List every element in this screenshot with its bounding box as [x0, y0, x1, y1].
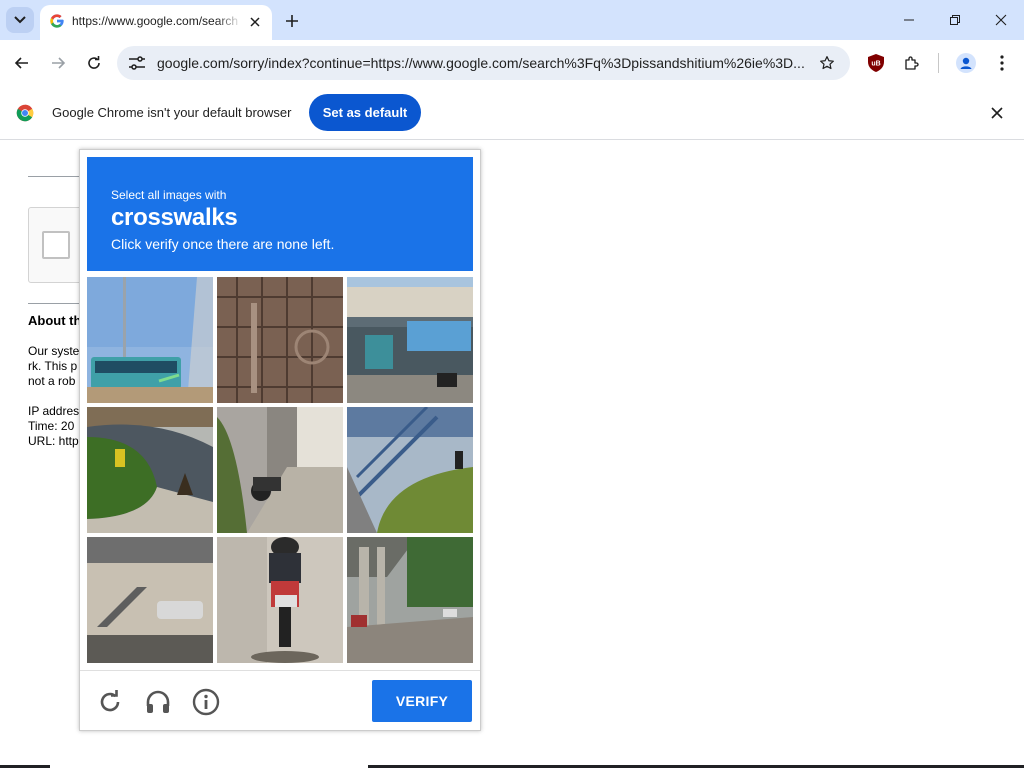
- google-favicon-icon: [50, 14, 64, 28]
- paragraph-line: Our syste: [28, 344, 80, 358]
- tile-image: [347, 537, 473, 663]
- default-browser-infobar: Google Chrome isn't your default browser…: [0, 86, 1024, 140]
- tab-search-button[interactable]: [6, 7, 34, 33]
- image-tile-9[interactable]: [347, 537, 473, 663]
- ublock-shield-icon: uB: [868, 54, 884, 72]
- challenge-header: Select all images with crosswalks Click …: [87, 157, 473, 271]
- challenge-object: crosswalks: [111, 204, 238, 231]
- tile-image: [347, 407, 473, 533]
- tile-image: [347, 277, 473, 403]
- forward-button[interactable]: [44, 49, 72, 77]
- reload-icon: [88, 56, 100, 69]
- footer-divider: [80, 670, 480, 671]
- image-tile-7[interactable]: [87, 537, 213, 663]
- puzzle-icon: [905, 56, 919, 70]
- infobar-close-button[interactable]: [988, 104, 1006, 127]
- tile-image: [217, 277, 343, 403]
- tile-image: [87, 407, 213, 533]
- profile-button[interactable]: [952, 49, 980, 77]
- image-tile-5[interactable]: [217, 407, 343, 533]
- verify-button[interactable]: VERIFY: [372, 680, 472, 722]
- close-icon: [995, 14, 1007, 26]
- plus-icon: [286, 15, 298, 27]
- image-tile-6[interactable]: [347, 407, 473, 533]
- paragraph-line: not a rob: [28, 374, 76, 388]
- star-icon: [820, 56, 834, 70]
- new-tab-button[interactable]: [280, 9, 304, 33]
- help-button[interactable]: [191, 687, 221, 717]
- more-vertical-icon: [1000, 55, 1004, 71]
- reload-button[interactable]: [80, 49, 108, 77]
- challenge-instruction: Click verify once there are none left.: [111, 236, 335, 252]
- paragraph-line: rk. This p: [28, 359, 78, 373]
- image-tile-3[interactable]: [347, 277, 473, 403]
- image-tile-4[interactable]: [87, 407, 213, 533]
- reload-icon: [100, 690, 120, 712]
- browser-toolbar: google.com/sorry/index?continue=https://…: [0, 40, 1024, 86]
- reload-challenge-button[interactable]: [95, 687, 125, 717]
- image-tile-8[interactable]: [217, 537, 343, 663]
- recaptcha-challenge-dialog: Select all images with crosswalks Click …: [79, 149, 481, 731]
- set-as-default-button[interactable]: Set as default: [309, 94, 421, 131]
- toolbar-separator: [938, 53, 939, 73]
- tab-close-button[interactable]: [246, 13, 264, 31]
- close-icon: [991, 107, 1003, 119]
- close-icon: [250, 17, 260, 27]
- ublock-extension-button[interactable]: uB: [862, 49, 890, 77]
- headphones-icon: [146, 690, 170, 713]
- tile-image: [87, 537, 213, 663]
- restore-button[interactable]: [932, 4, 978, 36]
- back-button[interactable]: [8, 49, 36, 77]
- time-line: Time: 20: [28, 419, 75, 433]
- chevron-down-icon: [14, 16, 26, 24]
- image-tile-2[interactable]: [217, 277, 343, 403]
- url-text[interactable]: google.com/sorry/index?continue=https://…: [157, 55, 805, 71]
- close-window-button[interactable]: [978, 4, 1024, 36]
- audio-challenge-button[interactable]: [143, 687, 173, 717]
- ip-address-line: IP addres: [28, 404, 80, 418]
- tab-title: https://www.google.com/search: [72, 14, 239, 28]
- restore-icon: [950, 15, 960, 25]
- browser-tab-active[interactable]: https://www.google.com/search: [40, 5, 272, 40]
- extension-badge-text: uB: [871, 61, 880, 68]
- arrow-right-icon: [52, 57, 66, 69]
- infobar-message: Google Chrome isn't your default browser: [52, 105, 292, 120]
- tile-image: [217, 407, 343, 533]
- challenge-prompt: Select all images with: [111, 188, 227, 202]
- address-bar[interactable]: google.com/sorry/index?continue=https://…: [117, 46, 850, 80]
- tile-image: [87, 277, 213, 403]
- extensions-button[interactable]: [898, 49, 926, 77]
- url-line: URL: http: [28, 434, 79, 448]
- minimize-button[interactable]: [886, 4, 932, 36]
- about-heading: About th: [28, 313, 82, 328]
- minimize-icon: [904, 19, 914, 21]
- image-grid: [87, 277, 473, 663]
- tab-strip: https://www.google.com/search: [0, 0, 1024, 40]
- image-tile-1[interactable]: [87, 277, 213, 403]
- tune-icon: [129, 56, 145, 70]
- arrow-left-icon: [14, 57, 28, 69]
- recaptcha-checkbox[interactable]: [42, 231, 70, 259]
- menu-button[interactable]: [988, 49, 1016, 77]
- info-icon: [192, 688, 220, 716]
- bookmark-star-button[interactable]: [815, 51, 839, 75]
- chrome-logo-icon: [16, 104, 34, 122]
- site-info-button[interactable]: [125, 52, 149, 74]
- profile-avatar-icon: [956, 53, 976, 73]
- tile-image: [217, 537, 343, 663]
